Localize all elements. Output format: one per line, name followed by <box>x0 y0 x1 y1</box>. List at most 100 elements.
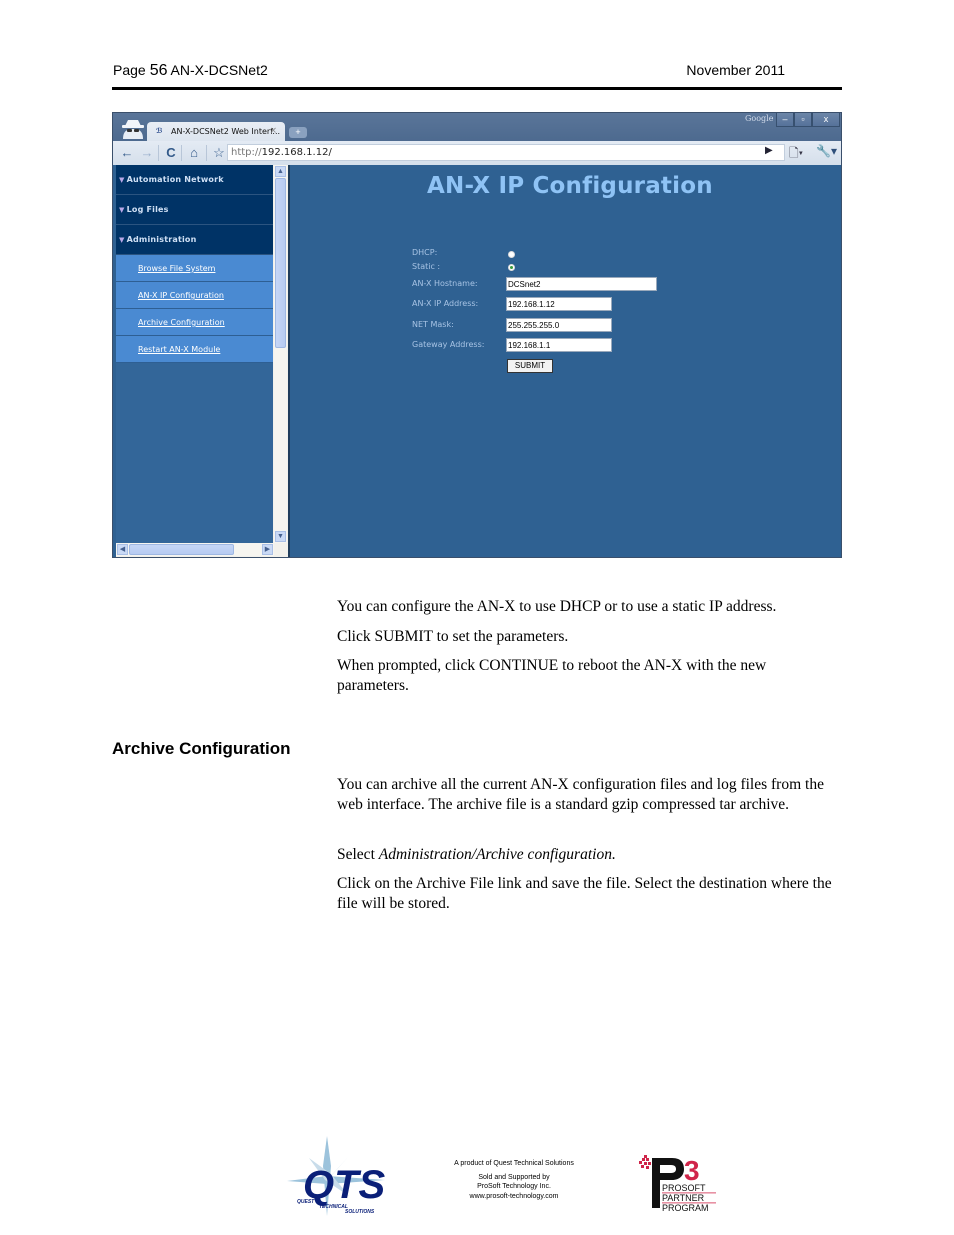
scroll-down-icon[interactable]: ▼ <box>275 531 286 542</box>
paragraph-select-menu: Select Administration/Archive configurat… <box>337 845 837 865</box>
sidebar-section-label: Administration <box>126 235 197 244</box>
qts-word-quest: QUEST <box>297 1199 315 1205</box>
qts-logo: QTS QUEST TECHNICAL SOLUTIONS <box>287 1136 386 1216</box>
p3-word-partner: PARTNER <box>662 1193 705 1203</box>
three-digit: 3 <box>684 1155 700 1186</box>
sidebar-section-administration[interactable]: ▼ Administration <box>116 225 273 255</box>
google-label: Google <box>745 114 774 123</box>
sidebar-link-label[interactable]: AN-X IP Configuration <box>138 291 224 300</box>
browser-content: ▼ Automation Network ▼ Log Files ▼ Administ… <box>113 165 841 557</box>
qts-letters: QTS <box>303 1163 386 1207</box>
minimize-button[interactable]: – <box>776 113 794 127</box>
url-scheme: http:// <box>231 147 262 158</box>
browser-screenshot: ℬ AN-X-DCSNet2 Web Interf... × + Google … <box>112 112 842 558</box>
paragraph-archive-description: You can archive all the current AN-X con… <box>337 776 824 813</box>
address-bar[interactable]: http://192.168.1.12/ <box>227 144 785 161</box>
wrench-menu-button[interactable]: 🔧▾ <box>816 144 837 158</box>
sidebar-section-log-files[interactable]: ▼ Log Files <box>116 195 273 225</box>
sidebar-link-label[interactable]: Restart AN-X Module <box>138 345 220 354</box>
new-tab-button[interactable]: + <box>289 127 307 138</box>
bookmark-star-icon[interactable]: ☆ <box>210 144 228 162</box>
qts-word-solutions: SOLUTIONS <box>345 1209 375 1215</box>
gateway-input[interactable] <box>506 338 612 352</box>
tab-close-icon[interactable]: × <box>269 126 277 136</box>
menu-path: Administration/Archive configuration. <box>378 846 616 863</box>
sidebar-horizontal-scrollbar[interactable]: ◀ ▶ <box>116 543 274 556</box>
sidebar-section-label: Automation Network <box>126 175 224 184</box>
sidebar-section-label: Log Files <box>126 205 169 214</box>
paragraph-save-file: Click on the Archive File link and save … <box>337 875 832 912</box>
page-menu-button[interactable]: 🗋▾ <box>789 144 803 165</box>
sidebar-link-label[interactable]: Browse File System <box>138 264 215 273</box>
home-button[interactable]: ⌂ <box>185 144 203 162</box>
static-label: Static : <box>412 262 441 271</box>
browser-toolbar: ← → C ⌂ ☆ http://192.168.1.12/ ▶ 🗋▾ 🔧▾ <box>113 141 841 165</box>
tab-title: AN-X-DCSNet2 Web Interf... <box>171 127 281 136</box>
ip-address-label: AN-X IP Address: <box>412 299 479 308</box>
hostname-label: AN-X Hostname: <box>412 279 478 288</box>
page-number: 56 <box>149 62 168 79</box>
horizontal-scroll-thumb[interactable] <box>129 544 234 555</box>
close-window-button[interactable]: x <box>812 113 840 127</box>
static-radio[interactable] <box>508 264 515 271</box>
gateway-label: Gateway Address: <box>412 340 485 349</box>
p3-word-program: PROGRAM <box>662 1203 709 1212</box>
p3-partner-logo: 3 PROSOFT PARTNER PROGRAM <box>639 1155 716 1212</box>
footer-website: www.prosoft-technology.com <box>469 1193 559 1200</box>
section-heading-archive-configuration: Archive Configuration <box>112 739 291 758</box>
header-rule <box>112 87 842 90</box>
footer-product-of: A product of Quest Technical Solutions <box>454 1160 574 1167</box>
reload-button[interactable]: C <box>162 144 180 162</box>
checker-diamond-icon <box>639 1155 651 1169</box>
scroll-right-icon[interactable]: ▶ <box>262 544 273 555</box>
frame-divider <box>288 165 290 557</box>
incognito-icon <box>122 120 144 139</box>
sidebar-vertical-scrollbar[interactable]: ▲ ▼ <box>274 165 287 543</box>
footer-company: ProSoft Technology Inc. <box>477 1183 551 1190</box>
select-prefix: Select <box>337 846 379 863</box>
toolbar-separator <box>158 145 159 161</box>
doc-title: AN-X-DCSNet2 <box>170 62 268 78</box>
p3-word-prosoft: PROSOFT <box>662 1183 706 1193</box>
forward-button[interactable]: → <box>138 144 156 162</box>
ip-address-input[interactable] <box>506 297 612 311</box>
go-button[interactable]: ▶ <box>765 145 773 156</box>
expand-triangle-icon: ▼ <box>119 206 125 214</box>
toolbar-separator <box>181 145 182 161</box>
url-host: 192.168.1.12/ <box>261 147 332 158</box>
scroll-up-icon[interactable]: ▲ <box>275 166 286 177</box>
sidebar-section-automation-network[interactable]: ▼ Automation Network <box>116 165 273 195</box>
net-mask-input[interactable] <box>506 318 612 332</box>
sidebar-link-label[interactable]: Archive Configuration <box>138 318 225 327</box>
sidebar-link-restart-anx-module[interactable]: Restart AN-X Module <box>116 336 273 363</box>
browser-tab[interactable]: ℬ AN-X-DCSNet2 Web Interf... × <box>147 122 285 141</box>
sidebar-link-browse-file-system[interactable]: Browse File System <box>116 255 273 282</box>
page-header: Page 56 AN-X-DCSNet2 November 2011 <box>113 62 842 82</box>
dhcp-radio[interactable] <box>508 251 515 258</box>
scroll-left-icon[interactable]: ◀ <box>117 544 128 555</box>
submit-button[interactable]: SUBMIT <box>507 359 553 373</box>
browser-titlebar: ℬ AN-X-DCSNet2 Web Interf... × + Google … <box>113 113 841 141</box>
sidebar-link-anx-ip-configuration[interactable]: AN-X IP Configuration <box>116 282 273 309</box>
navigation-frame: ▼ Automation Network ▼ Log Files ▼ Administ… <box>116 165 288 557</box>
net-mask-label: NET Mask: <box>412 320 454 329</box>
header-date: November 2011 <box>686 62 785 78</box>
vertical-scroll-thumb[interactable] <box>275 178 286 348</box>
expand-triangle-icon: ▼ <box>119 236 125 244</box>
site-favicon-icon: ℬ <box>156 127 163 135</box>
qts-word-technical: TECHNICAL <box>319 1204 348 1210</box>
page-header-left: Page 56 AN-X-DCSNet2 <box>113 62 268 80</box>
paragraph-dhcp-static: You can configure the AN-X to use DHCP o… <box>337 598 777 615</box>
sidebar: ▼ Automation Network ▼ Log Files ▼ Administ… <box>116 165 273 543</box>
paragraph-click-submit: Click SUBMIT to set the parameters. <box>337 628 569 645</box>
back-button[interactable]: ← <box>118 144 136 162</box>
dhcp-label: DHCP: <box>412 248 438 257</box>
toolbar-separator <box>206 145 207 161</box>
maximize-button[interactable]: ▫ <box>794 113 812 127</box>
expand-triangle-icon: ▼ <box>119 176 125 184</box>
sidebar-link-archive-configuration[interactable]: Archive Configuration <box>116 309 273 336</box>
page-label: Page <box>113 62 146 78</box>
paragraph-continue-reboot: When prompted, click CONTINUE to reboot … <box>337 657 767 694</box>
hostname-input[interactable] <box>506 277 657 291</box>
main-title: AN-X IP Configuration <box>427 173 713 199</box>
